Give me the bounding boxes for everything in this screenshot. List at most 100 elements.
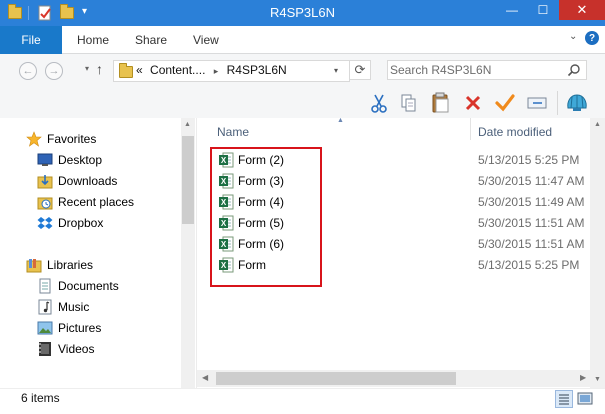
column-header-name[interactable]: Name [217,125,249,139]
scroll-right-icon[interactable]: ▶ [580,373,586,382]
sidebar-item-libraries[interactable]: Libraries [26,255,93,275]
sidebar-item-pictures[interactable]: Pictures [37,318,101,338]
sidebar-item-desktop[interactable]: Desktop [37,150,102,170]
sidebar-item-label: Dropbox [58,216,104,230]
table-row[interactable]: X Form (5) 5/30/2015 11:51 AM [213,213,585,234]
sidebar-item-dropbox[interactable]: Dropbox [37,213,103,233]
breadcrumb-overflow[interactable]: « [136,63,143,77]
file-date: 5/30/2015 11:51 AM [478,237,585,251]
libraries-icon [26,257,42,273]
file-name: Form [238,258,266,272]
tab-share[interactable]: Share [135,26,167,54]
breadcrumb[interactable]: « Content.... ▸ R4SP3L6N [136,60,287,80]
sidebar-item-label: Favorites [47,132,97,146]
svg-text:X: X [221,198,227,207]
sidebar-item-documents[interactable]: Documents [37,276,119,296]
sidebar-item-downloads[interactable]: Downloads [37,171,117,191]
scroll-up-icon[interactable]: ▲ [184,121,191,128]
table-row[interactable]: X Form (4) 5/30/2015 11:49 AM [213,192,585,213]
minimize-button[interactable]: — [497,0,527,20]
paste-icon[interactable] [429,91,453,115]
documents-icon [37,278,53,294]
excel-file-icon: X [219,194,234,210]
videos-icon [37,341,53,357]
column-divider[interactable] [470,118,471,140]
checkmark-icon[interactable] [493,91,517,115]
desktop-icon [37,152,53,168]
file-list-vertical-scrollbar[interactable] [590,118,605,388]
sidebar-item-label: Libraries [47,258,94,272]
table-row[interactable]: X Form (6) 5/30/2015 11:51 AM [213,234,585,255]
file-date: 5/30/2015 11:49 AM [478,195,585,209]
file-date: 5/30/2015 11:47 AM [478,174,585,188]
details-view-button[interactable] [555,390,573,408]
refresh-button[interactable]: ⟳ [349,60,371,80]
forward-button[interactable]: → [45,62,63,80]
large-icons-view-icon [577,392,593,405]
excel-file-icon: X [219,152,234,168]
sidebar-item-videos[interactable]: Videos [37,339,94,359]
shell-icon[interactable] [565,91,589,115]
back-button[interactable]: ← [19,62,37,80]
music-icon [37,299,53,315]
sort-ascending-icon: ▲ [337,117,344,124]
address-dropdown-icon[interactable]: ▾ [334,66,338,75]
status-bar [0,388,605,414]
sidebar-item-label: Desktop [58,153,103,167]
sidebar-item-label: Documents [58,279,119,293]
excel-file-icon: X [219,173,234,189]
up-button[interactable]: ↑ [96,61,103,77]
file-date: 5/30/2015 11:51 AM [478,216,585,230]
sidebar-item-favorites[interactable]: Favorites [26,129,96,149]
sidebar-item-label: Pictures [58,321,102,335]
table-row[interactable]: X Form 5/13/2015 5:25 PM [213,255,585,276]
large-icons-view-button[interactable] [576,390,594,408]
table-row[interactable]: X Form (2) 5/13/2015 5:25 PM [213,150,585,171]
breadcrumb-item-content[interactable]: Content.... [150,63,205,77]
tab-home[interactable]: Home [77,26,109,54]
file-name: Form (3) [238,174,284,188]
folder-icon [119,63,133,78]
recent-locations-icon[interactable]: ▾ [85,64,89,73]
scroll-down-icon[interactable]: ▼ [594,376,601,383]
file-name: Form (6) [238,237,284,251]
breadcrumb-item-current[interactable]: R4SP3L6N [227,63,287,77]
svg-text:X: X [221,156,227,165]
table-row[interactable]: X Form (3) 5/30/2015 11:47 AM [213,171,585,192]
search-input[interactable] [390,61,560,79]
help-icon[interactable]: ? [585,31,599,45]
details-view-icon [559,394,569,405]
scrollbar-thumb[interactable] [182,136,194,224]
column-header-date-modified[interactable]: Date modified [478,125,552,139]
sidebar-item-recent-places[interactable]: Recent places [37,192,134,212]
rename-icon[interactable] [525,91,549,115]
cut-icon[interactable] [367,91,391,115]
star-icon [26,131,42,147]
scrollbar-thumb[interactable] [216,372,456,385]
breadcrumb-separator[interactable]: ▸ [214,66,219,76]
excel-file-icon: X [219,257,234,273]
svg-text:X: X [221,219,227,228]
sidebar-item-label: Downloads [58,174,118,188]
sidebar-item-music[interactable]: Music [37,297,89,317]
item-count: 6 items [21,391,60,405]
scroll-left-icon[interactable]: ◀ [202,373,208,382]
search-icon[interactable] [567,63,581,77]
excel-file-icon: X [219,236,234,252]
sidebar-item-label: Videos [58,342,95,356]
close-button[interactable]: ✕ [559,0,605,20]
file-date: 5/13/2015 5:25 PM [478,258,580,272]
expand-ribbon-icon[interactable]: ⌄ [569,31,583,45]
recent-places-icon [37,194,53,210]
tab-view[interactable]: View [193,26,219,54]
tab-file[interactable]: File [0,26,62,54]
delete-icon[interactable] [461,91,485,115]
copy-icon[interactable] [397,91,421,115]
file-date: 5/13/2015 5:25 PM [478,153,580,167]
scroll-up-icon[interactable]: ▲ [594,121,601,128]
maximize-button[interactable]: ☐ [528,0,558,20]
file-name: Form (5) [238,216,284,230]
downloads-icon [37,173,53,189]
toolbar-divider [557,91,558,115]
file-name: Form (4) [238,195,284,209]
